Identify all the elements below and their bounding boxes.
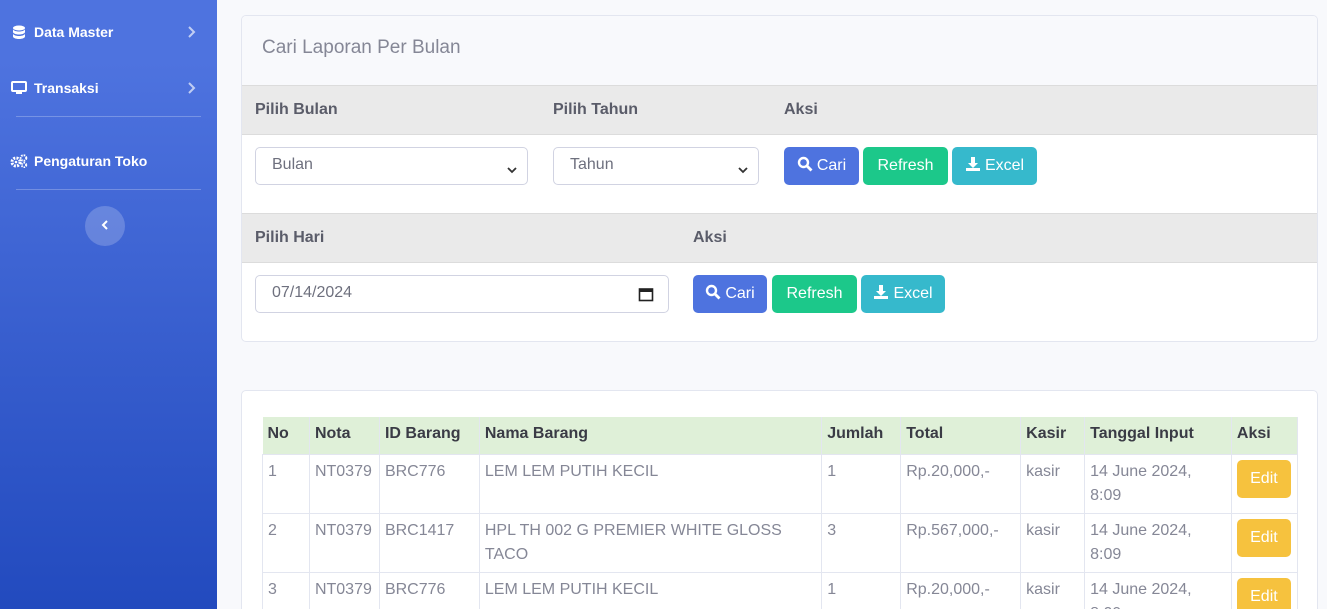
day-excel-button[interactable]: Excel	[861, 275, 945, 313]
edit-button[interactable]: Edit	[1236, 460, 1291, 498]
cell-jumlah: 3	[821, 513, 902, 573]
sidebar-item-transaksi[interactable]: Transaksi	[0, 68, 217, 108]
header-total: Total	[900, 417, 1022, 455]
table-row: 2 NT0379 BRC1417 HPL TH 002 G PREMIER WH…	[262, 513, 1299, 573]
card-title: Cari Laporan Per Bulan	[242, 16, 1317, 86]
edit-button[interactable]: Edit	[1236, 578, 1291, 609]
action-column-label: Aksi	[693, 229, 727, 246]
button-label: Excel	[893, 285, 933, 302]
chevron-right-icon	[183, 24, 199, 40]
cell-kasir: kasir	[1020, 572, 1086, 609]
year-select[interactable]: Tahun	[553, 147, 759, 185]
edit-button[interactable]: Edit	[1236, 519, 1291, 557]
day-column-label: Pilih Hari	[255, 229, 325, 246]
cell-nama-barang: LEM LEM PUTIH KECIL	[478, 454, 823, 514]
header-nota: Nota	[309, 417, 380, 455]
sidebar-divider	[16, 189, 201, 190]
year-select-value: Tahun	[570, 156, 614, 173]
chevron-right-icon	[183, 80, 199, 96]
button-label: Edit	[1250, 588, 1278, 605]
header-nama-barang: Nama Barang	[479, 417, 823, 455]
cell-nota: NT0379	[308, 454, 380, 514]
month-select-value: Bulan	[272, 156, 313, 173]
monitor-icon	[10, 80, 28, 96]
cell-jumlah: 1	[821, 572, 902, 609]
report-table-card: No Nota ID Barang Nama Barang Jumlah Tot…	[241, 390, 1318, 609]
cell-nota: NT0379	[308, 513, 380, 573]
cell-jumlah: 1	[821, 454, 902, 514]
database-icon	[10, 24, 28, 40]
sidebar-item-data-master[interactable]: Data Master	[0, 12, 217, 52]
button-label: Refresh	[877, 157, 934, 174]
report-table: No Nota ID Barang Nama Barang Jumlah Tot…	[262, 417, 1299, 609]
header-aksi: Aksi	[1231, 417, 1299, 455]
cell-no: 3	[262, 572, 310, 609]
cell-nama-barang: LEM LEM PUTIH KECIL	[478, 572, 823, 609]
month-excel-button[interactable]: Excel	[952, 147, 1037, 185]
chevron-left-icon	[100, 217, 110, 235]
button-label: Refresh	[786, 285, 843, 302]
download-icon	[873, 284, 889, 305]
header-tanggal-input: Tanggal Input	[1084, 417, 1232, 455]
action-column-label: Aksi	[784, 101, 818, 118]
sidebar-item-pengaturan-toko[interactable]: Pengaturan Toko	[0, 141, 217, 181]
cell-id-barang: BRC776	[378, 454, 480, 514]
cell-nama-barang: HPL TH 002 G PREMIER WHITE GLOSS TACO	[478, 513, 823, 573]
cell-kasir: kasir	[1020, 513, 1086, 573]
table-row: 1 NT0379 BRC776 LEM LEM PUTIH KECIL 1 Rp…	[262, 454, 1299, 514]
search-icon	[705, 284, 721, 305]
button-label: Cari	[816, 157, 847, 174]
cell-tanggal-input: 14 June 2024, 8:09	[1084, 454, 1232, 514]
sidebar: Data Master Transaksi Pengaturan Toko	[0, 0, 217, 609]
sidebar-item-label: Transaksi	[34, 80, 99, 96]
sidebar-divider	[16, 116, 201, 117]
download-icon	[965, 156, 981, 177]
day-search-header: Pilih Hari Aksi	[242, 213, 1317, 263]
calendar-icon	[638, 286, 654, 307]
cell-tanggal-input: 14 June 2024, 8:09	[1084, 572, 1232, 609]
cell-total: Rp.567,000,-	[900, 513, 1022, 573]
date-input-value: 07/14/2024	[272, 284, 353, 301]
button-label: Cari	[725, 285, 755, 302]
sidebar-item-label: Pengaturan Toko	[34, 153, 148, 169]
table-header-row: No Nota ID Barang Nama Barang Jumlah Tot…	[262, 417, 1299, 455]
cell-total: Rp.20,000,-	[900, 454, 1022, 514]
cell-no: 2	[262, 513, 310, 573]
chevron-down-icon	[738, 162, 748, 174]
month-refresh-button[interactable]: Refresh	[863, 147, 948, 185]
button-label: Edit	[1250, 470, 1278, 487]
cell-kasir: kasir	[1020, 454, 1086, 514]
month-search-header: Pilih Bulan Pilih Tahun Aksi	[242, 85, 1317, 135]
cell-total: Rp.20,000,-	[900, 572, 1022, 609]
day-refresh-button[interactable]: Refresh	[772, 275, 857, 313]
month-search-button[interactable]: Cari	[784, 147, 859, 185]
year-column-label: Pilih Tahun	[553, 101, 639, 118]
month-select[interactable]: Bulan	[255, 147, 528, 185]
cell-id-barang: BRC776	[378, 572, 480, 609]
search-report-card: Cari Laporan Per Bulan Pilih Bulan Pilih…	[241, 15, 1318, 342]
table-row: 3 NT0379 BRC776 LEM LEM PUTIH KECIL 1 Rp…	[262, 572, 1299, 609]
sidebar-item-label: Data Master	[34, 24, 114, 40]
gears-icon	[10, 153, 28, 169]
day-search-button[interactable]: Cari	[693, 275, 767, 313]
cell-tanggal-input: 14 June 2024, 8:09	[1084, 513, 1232, 573]
header-no: No	[262, 417, 310, 455]
button-label: Excel	[984, 157, 1025, 174]
cell-nota: NT0379	[308, 572, 380, 609]
month-column-label: Pilih Bulan	[255, 101, 338, 118]
search-icon	[797, 156, 813, 177]
sidebar-toggle-button[interactable]	[85, 206, 125, 246]
button-label: Edit	[1250, 529, 1278, 546]
cell-aksi: Edit	[1230, 454, 1299, 514]
header-kasir: Kasir	[1020, 417, 1086, 455]
date-input[interactable]: 07/14/2024	[255, 275, 669, 313]
cell-id-barang: BRC1417	[378, 513, 480, 573]
cell-aksi: Edit	[1230, 572, 1299, 609]
cell-no: 1	[262, 454, 310, 514]
chevron-down-icon	[507, 162, 517, 174]
header-id-barang: ID Barang	[379, 417, 480, 455]
header-jumlah: Jumlah	[821, 417, 902, 455]
cell-aksi: Edit	[1230, 513, 1299, 573]
